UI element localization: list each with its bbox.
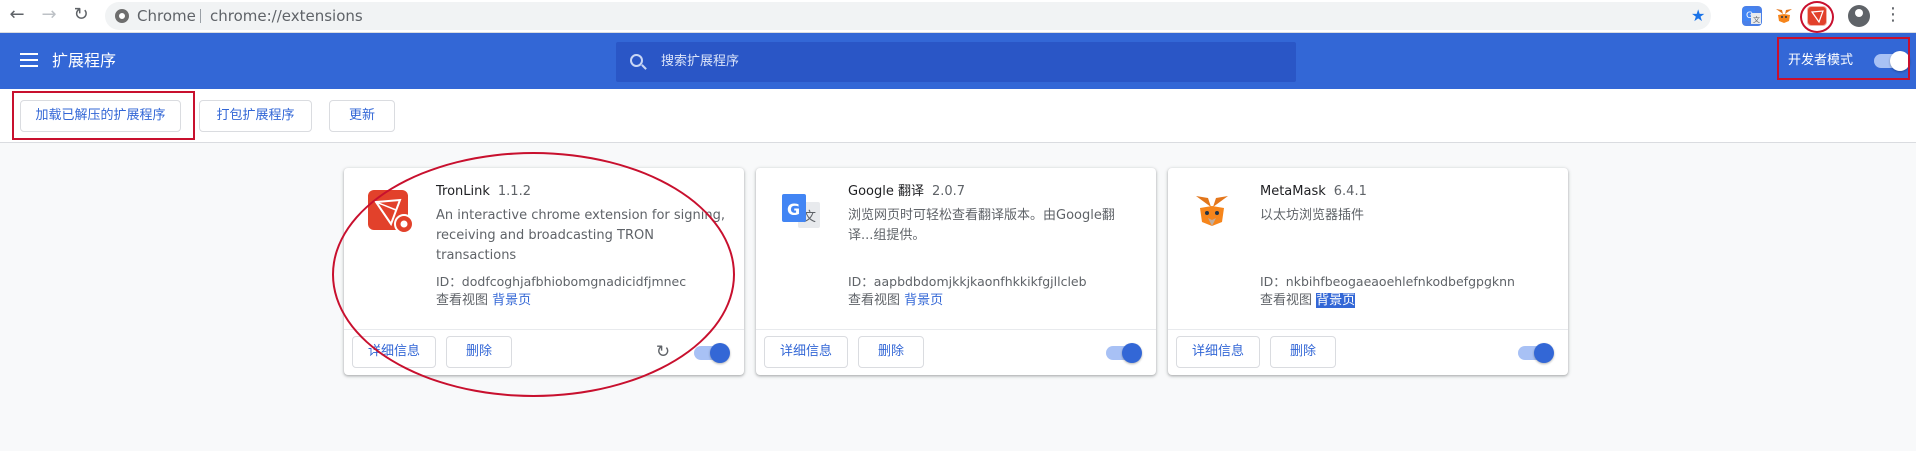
- more-vert-icon[interactable]: ⋮: [1884, 3, 1902, 27]
- google-translate-toolbar-icon[interactable]: G文: [1742, 6, 1762, 26]
- update-button[interactable]: 更新: [329, 100, 395, 132]
- background-page-link[interactable]: 背景页: [904, 293, 943, 308]
- extension-card-google-translate: 文 G Google 翻译 2.0.7 浏览网页时可轻松查看翻译版本。由Googl…: [756, 168, 1156, 375]
- page-title: 扩展程序: [52, 51, 117, 70]
- toggle-knob: [1122, 343, 1142, 363]
- enable-toggle[interactable]: [1106, 343, 1142, 363]
- details-button[interactable]: 详细信息: [764, 336, 848, 368]
- extension-id: ID：nkbihfbeogaeaoehlefnkodbefgpgknn: [1260, 274, 1515, 289]
- extension-name: Google 翻译 2.0.7: [848, 184, 966, 199]
- extension-description: 浏览网页时可轻松查看翻译版本。由Google翻译...组提供。: [848, 208, 1115, 243]
- hamburger-menu-icon[interactable]: [20, 53, 38, 67]
- toggle-knob: [710, 343, 730, 363]
- chrome-logo-icon: [115, 9, 129, 23]
- remove-button[interactable]: 删除: [1270, 336, 1336, 368]
- annotation-rect-developer-mode: [1777, 37, 1910, 80]
- forward-icon[interactable]: →: [38, 4, 60, 26]
- browser-toolbar: ← → ↻ Chrome chrome://extensions ★ G文 ⋮: [0, 0, 1916, 33]
- annotation-ellipse-tronlink-card: [332, 152, 735, 397]
- metamask-toolbar-icon[interactable]: [1774, 6, 1794, 26]
- enable-toggle[interactable]: [694, 343, 730, 363]
- address-bar[interactable]: Chrome chrome://extensions ★: [105, 2, 1711, 30]
- inspect-views-label: 查看视图: [1260, 293, 1313, 308]
- svg-text:文: 文: [1753, 15, 1760, 24]
- metamask-fox-icon: [1190, 188, 1238, 236]
- extension-name: MetaMask 6.4.1: [1260, 184, 1367, 199]
- extension-description: 以太坊浏览器插件: [1260, 208, 1365, 223]
- developer-toolbar: 加载已解压的扩展程序 打包扩展程序 更新: [0, 89, 1916, 143]
- annotation-circle-tronlink-toolbar: [1800, 1, 1834, 33]
- card-divider: [756, 329, 1156, 330]
- annotation-rect-load-unpacked: [12, 91, 195, 140]
- remove-button[interactable]: 删除: [858, 336, 924, 368]
- extensions-header: 扩展程序 搜索扩展程序 开发者模式: [0, 33, 1916, 89]
- google-translate-icon: 文 G: [778, 188, 826, 236]
- bookmark-star-icon[interactable]: ★: [1691, 2, 1705, 30]
- omnibox-divider: [200, 9, 201, 23]
- url-text[interactable]: chrome://extensions: [210, 2, 363, 30]
- enable-toggle[interactable]: [1518, 343, 1554, 363]
- inspect-views-label: 查看视图: [848, 293, 901, 308]
- extension-id: ID：aapbdbdomjkkjkaonfhkkikfgjllcleb: [848, 274, 1087, 289]
- search-extensions-input[interactable]: 搜索扩展程序: [616, 42, 1296, 82]
- back-icon[interactable]: ←: [6, 4, 28, 26]
- details-button[interactable]: 详细信息: [1176, 336, 1260, 368]
- pack-extension-button[interactable]: 打包扩展程序: [199, 100, 312, 132]
- site-name: Chrome: [137, 7, 196, 25]
- search-placeholder: 搜索扩展程序: [661, 54, 740, 69]
- inspect-views: 查看视图 背景页: [848, 292, 943, 310]
- reload-icon[interactable]: ↻: [70, 4, 92, 26]
- search-icon: [630, 54, 643, 67]
- card-divider: [1168, 329, 1568, 330]
- extension-card-metamask: MetaMask 6.4.1 以太坊浏览器插件 ID：nkbihfbeogaeao…: [1168, 168, 1568, 375]
- extension-version: 6.4.1: [1333, 184, 1367, 199]
- extension-version: 2.0.7: [931, 184, 966, 199]
- svg-text:G: G: [787, 200, 800, 219]
- toggle-knob: [1534, 343, 1554, 363]
- background-page-link[interactable]: 背景页: [1316, 293, 1356, 308]
- inspect-views: 查看视图 背景页: [1260, 292, 1356, 310]
- profile-avatar-icon[interactable]: [1848, 5, 1870, 27]
